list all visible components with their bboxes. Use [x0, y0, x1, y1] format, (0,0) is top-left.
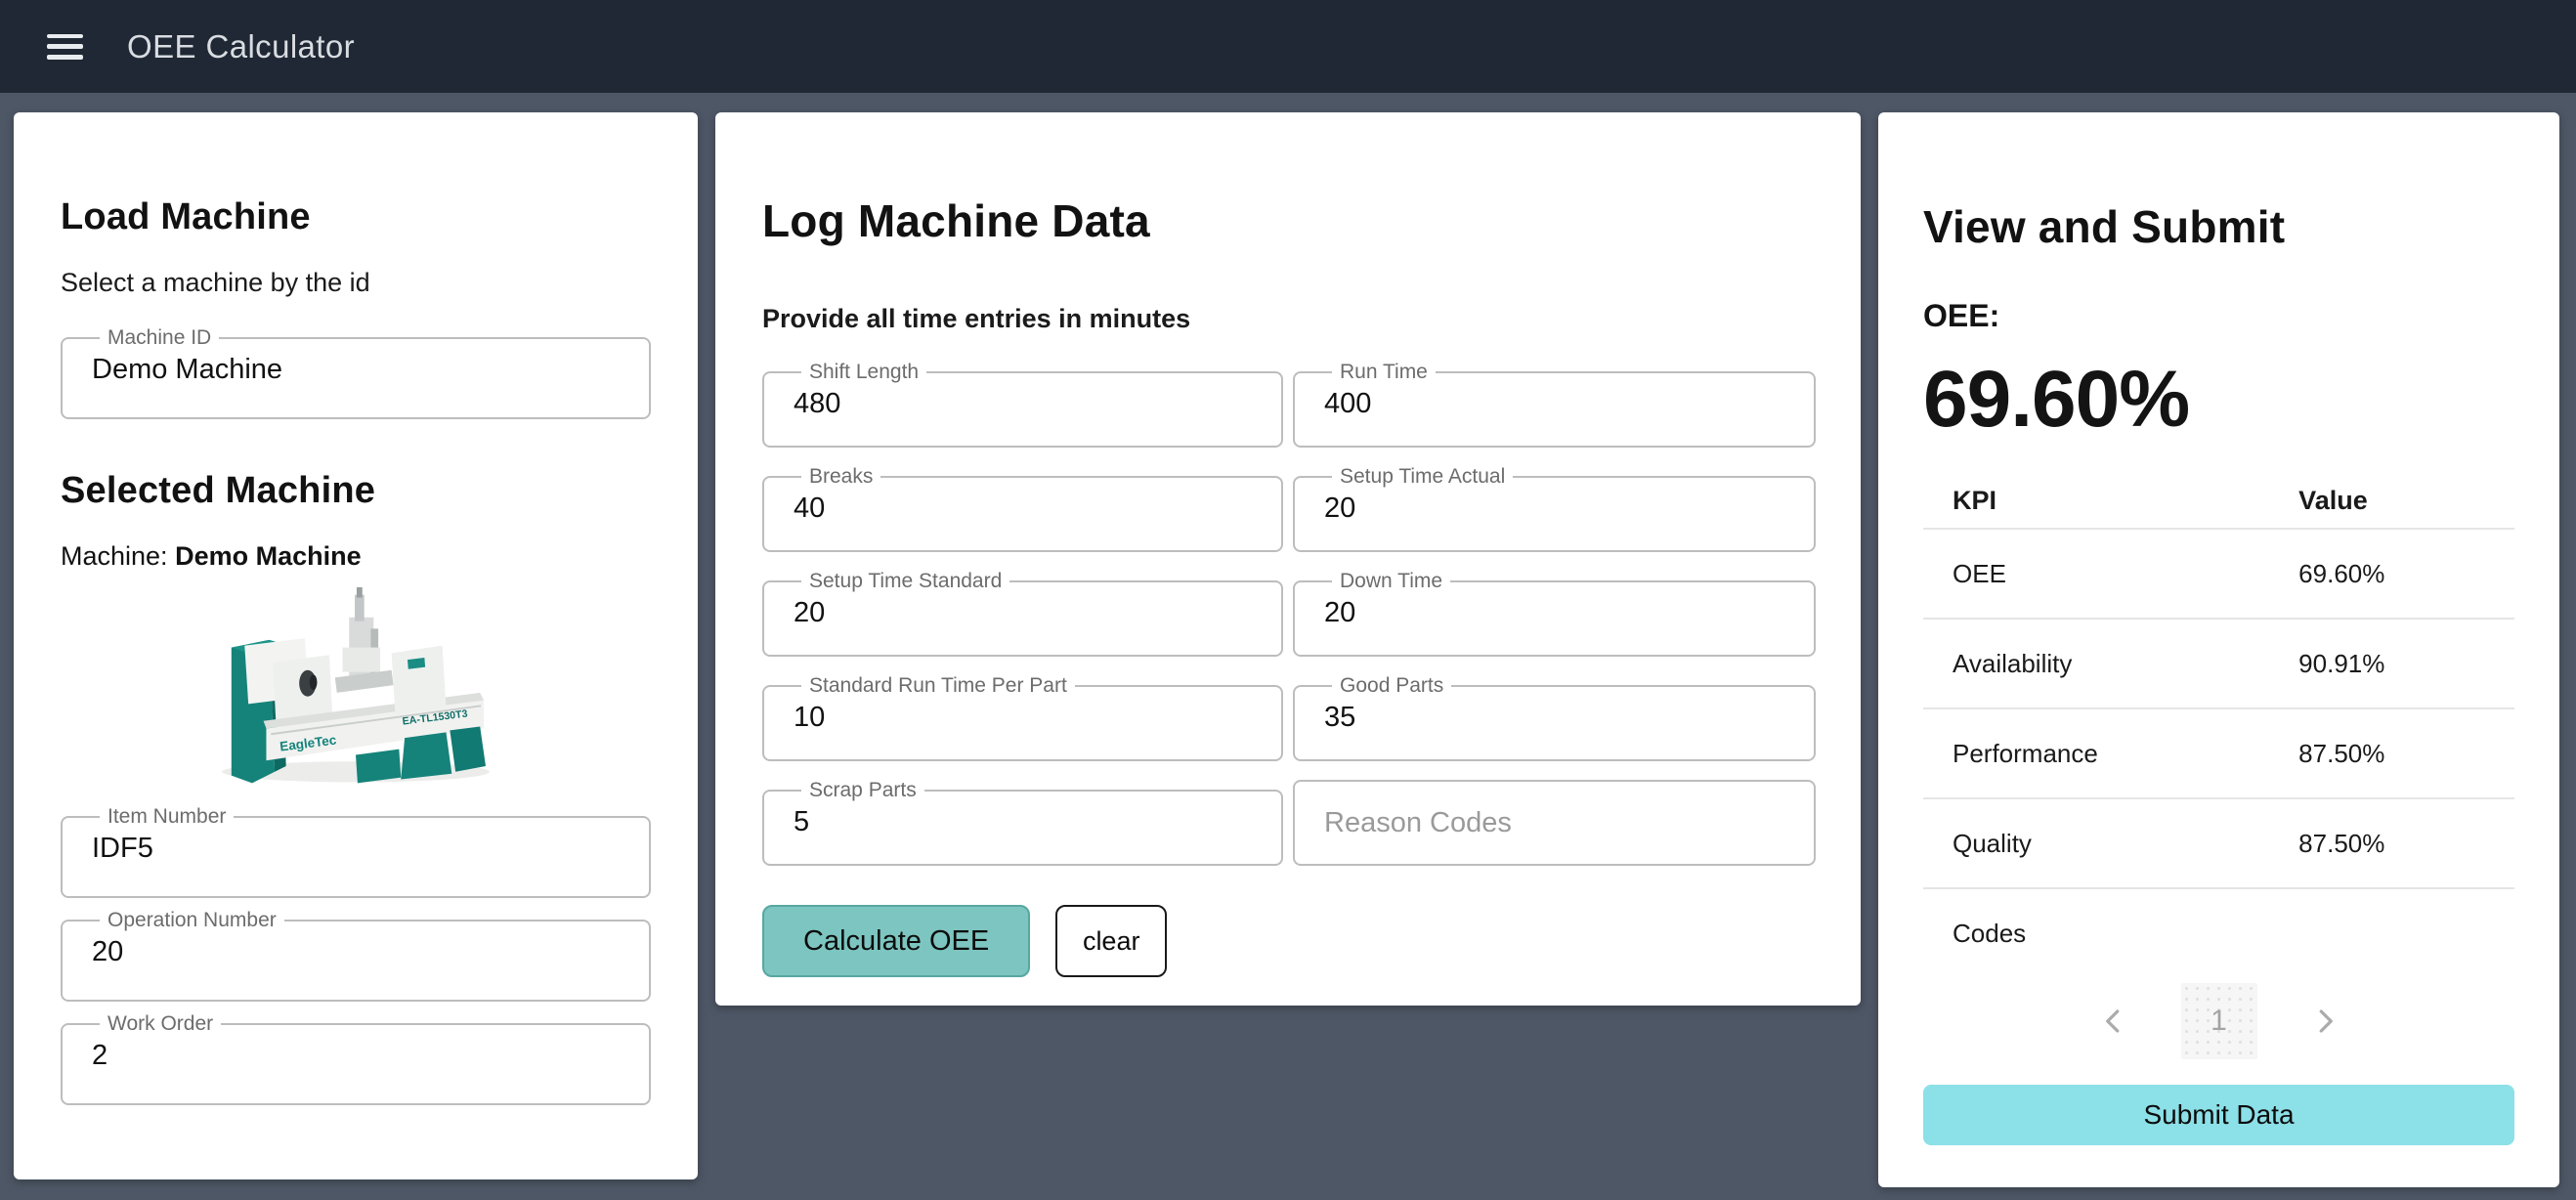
kpi-cell: Performance: [1923, 739, 2298, 769]
setup-time-actual-field: Setup Time Actual: [1293, 466, 1816, 552]
machine-name: Demo Machine: [175, 541, 362, 571]
work-order-field: Work Order: [61, 1013, 651, 1105]
shift-length-input[interactable]: [790, 382, 1256, 420]
table-row: Performance 87.50%: [1923, 707, 2514, 797]
view-and-submit-title: View and Submit: [1923, 200, 2514, 253]
cnc-lathe-illustration: EagleTec EA-TL1530T3: [194, 585, 517, 793]
run-time-input[interactable]: [1320, 382, 1788, 420]
good-parts-label: Good Parts: [1332, 675, 1451, 696]
menu-icon[interactable]: [43, 28, 88, 65]
kpi-table: KPI Value OEE 69.60% Availability 90.91%…: [1923, 473, 2514, 977]
machine-id-field: Machine ID: [61, 327, 651, 419]
chevron-left-icon[interactable]: [2093, 1001, 2134, 1042]
shift-length-label: Shift Length: [801, 362, 926, 382]
setup-time-standard-field: Setup Time Standard: [762, 571, 1283, 657]
clear-button[interactable]: clear: [1055, 905, 1167, 977]
hamburger-bar: [47, 55, 83, 60]
load-machine-card: Load Machine Select a machine by the id …: [14, 112, 698, 1179]
breaks-input[interactable]: [790, 487, 1256, 525]
selected-machine-title: Selected Machine: [61, 470, 651, 512]
main-content: Load Machine Select a machine by the id …: [0, 93, 2576, 1187]
setup-time-actual-input[interactable]: [1320, 487, 1788, 525]
value-cell: 87.50%: [2298, 829, 2514, 859]
good-parts-input[interactable]: [1320, 696, 1788, 734]
pagination: 1: [1923, 983, 2514, 1059]
log-machine-data-title: Log Machine Data: [762, 194, 1814, 247]
work-order-input[interactable]: [88, 1034, 623, 1072]
hamburger-bar: [47, 44, 83, 49]
down-time-label: Down Time: [1332, 571, 1450, 591]
value-header-cell: Value: [2298, 486, 2514, 516]
machine-id-input[interactable]: [88, 348, 623, 386]
oee-value: 69.60%: [1923, 358, 2514, 442]
standard-run-time-field: Standard Run Time Per Part: [762, 675, 1283, 761]
log-machine-data-card: Log Machine Data Provide all time entrie…: [715, 112, 1861, 1006]
machine-image: EagleTec EA-TL1530T3: [194, 585, 517, 793]
standard-run-time-label: Standard Run Time Per Part: [801, 675, 1075, 696]
setup-time-standard-label: Setup Time Standard: [801, 571, 1009, 591]
item-number-label: Item Number: [100, 806, 234, 827]
kpi-table-header: KPI Value: [1923, 473, 2514, 528]
run-time-label: Run Time: [1332, 362, 1436, 382]
item-number-input[interactable]: [88, 827, 623, 865]
machine-id-label: Machine ID: [100, 327, 219, 348]
shift-length-field: Shift Length: [762, 362, 1283, 448]
table-row: Codes: [1923, 887, 2514, 977]
oee-label: OEE:: [1923, 298, 2514, 334]
table-row: OEE 69.60%: [1923, 528, 2514, 618]
submit-data-button[interactable]: Submit Data: [1923, 1085, 2514, 1145]
operation-number-input[interactable]: [88, 930, 623, 968]
breaks-label: Breaks: [801, 466, 880, 487]
load-machine-title: Load Machine: [61, 196, 651, 238]
kpi-cell: Availability: [1923, 649, 2298, 679]
scrap-parts-label: Scrap Parts: [801, 780, 924, 800]
time-entries-note: Provide all time entries in minutes: [762, 304, 1814, 334]
page-number-button[interactable]: 1: [2181, 983, 2257, 1059]
chevron-right-icon[interactable]: [2304, 1001, 2345, 1042]
table-row: Quality 87.50%: [1923, 797, 2514, 887]
reason-codes-input[interactable]: [1320, 782, 1788, 864]
calculate-oee-button[interactable]: Calculate OEE: [762, 905, 1030, 977]
operation-number-field: Operation Number: [61, 910, 651, 1002]
item-number-field: Item Number: [61, 806, 651, 898]
breaks-field: Breaks: [762, 466, 1283, 552]
setup-time-standard-input[interactable]: [790, 591, 1256, 629]
value-cell: 90.91%: [2298, 649, 2514, 679]
app-title: OEE Calculator: [127, 28, 355, 65]
kpi-cell: OEE: [1923, 559, 2298, 589]
scrap-parts-input[interactable]: [790, 800, 1256, 838]
app-bar: OEE Calculator: [0, 0, 2576, 93]
log-actions: Calculate OEE clear: [762, 905, 1814, 977]
machine-label: Machine:: [61, 541, 168, 571]
value-cell: 69.60%: [2298, 559, 2514, 589]
kpi-cell: Quality: [1923, 829, 2298, 859]
work-order-label: Work Order: [100, 1013, 221, 1034]
time-entry-grid: Shift Length Run Time Breaks Setup Time …: [762, 362, 1814, 866]
kpi-cell: Codes: [1923, 919, 2298, 949]
kpi-header-cell: KPI: [1923, 486, 2298, 516]
value-cell: 87.50%: [2298, 739, 2514, 769]
hamburger-bar: [47, 34, 83, 39]
reason-codes-field: [1293, 780, 1816, 866]
view-and-submit-card: View and Submit OEE: 69.60% KPI Value OE…: [1878, 112, 2559, 1187]
run-time-field: Run Time: [1293, 362, 1816, 448]
selected-machine-line: Machine: Demo Machine: [61, 541, 651, 572]
table-row: Availability 90.91%: [1923, 618, 2514, 707]
setup-time-actual-label: Setup Time Actual: [1332, 466, 1513, 487]
down-time-field: Down Time: [1293, 571, 1816, 657]
load-machine-subtitle: Select a machine by the id: [61, 268, 651, 298]
scrap-parts-field: Scrap Parts: [762, 780, 1283, 866]
standard-run-time-input[interactable]: [790, 696, 1256, 734]
good-parts-field: Good Parts: [1293, 675, 1816, 761]
operation-number-label: Operation Number: [100, 910, 284, 930]
down-time-input[interactable]: [1320, 591, 1788, 629]
